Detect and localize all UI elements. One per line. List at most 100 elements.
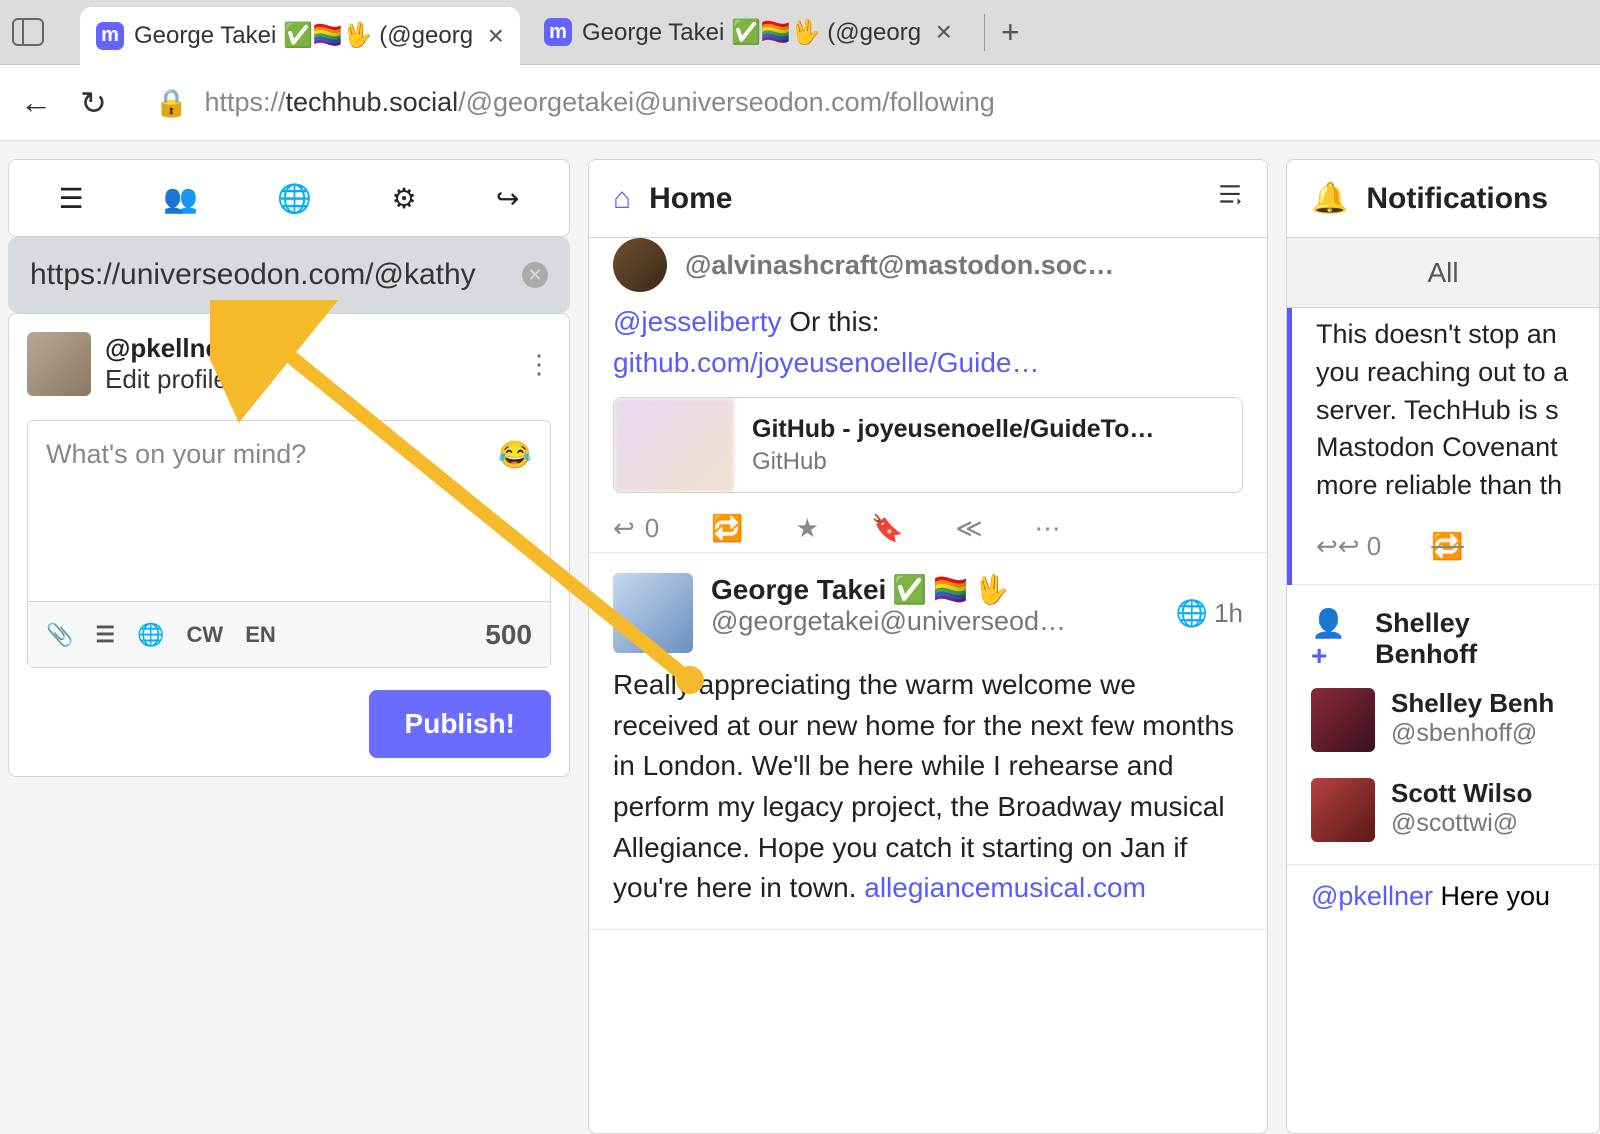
tab-all[interactable]: All <box>1427 257 1458 289</box>
profile-handle[interactable]: @pkellner <box>105 333 230 364</box>
boost-disabled-icon: 🔁 <box>1431 531 1463 562</box>
post-actions: ↩ 0 🔁 ★ 🔖 ≪ ⋯ <box>613 513 1243 544</box>
notification-actions: ↩↩ 0 🔁 <box>1292 513 1599 585</box>
compose-box: What's on your mind? 😂 📎 ☰ 🌐 CW EN 500 <box>27 420 551 668</box>
url-path: /@georgetakei@universeodon.com/following <box>458 87 995 117</box>
logout-icon[interactable]: ↪ <box>496 182 519 215</box>
notifications-header: 🔔 Notifications <box>1287 160 1599 238</box>
post-link[interactable]: github.com/joyeusenoelle/Guide… <box>613 347 1039 378</box>
url-scheme: https:// <box>204 87 285 117</box>
boost-button[interactable]: 🔁 <box>711 513 743 544</box>
user-handle: @scottwi@ <box>1391 809 1532 838</box>
column-settings-icon[interactable] <box>1217 182 1243 215</box>
more-icon[interactable]: ⋮ <box>526 349 551 380</box>
poll-icon[interactable]: ☰ <box>95 622 115 648</box>
char-counter: 500 <box>485 619 532 651</box>
post-handle: @alvinashcraft@mastodon.soc… <box>685 250 1114 281</box>
notifications-tabs: All <box>1287 238 1599 308</box>
vulcan-icon: 🖖 <box>974 573 1009 606</box>
avatar[interactable] <box>613 573 693 653</box>
more-button[interactable]: ⋯ <box>1035 513 1061 544</box>
browser-address-bar: ← ↻ 🔒 https://techhub.social/@georgetake… <box>0 65 1600 141</box>
user-handle: @sbenhoff@ <box>1391 719 1554 748</box>
home-icon: ⌂ <box>613 182 631 216</box>
compose-placeholder: What's on your mind? <box>46 439 306 583</box>
url-host: techhub.social <box>285 87 458 117</box>
back-button[interactable]: ← <box>20 84 52 121</box>
gear-icon[interactable]: ⚙ <box>391 182 416 215</box>
avatar <box>1311 688 1375 752</box>
home-title: Home <box>649 182 732 216</box>
language-toggle[interactable]: EN <box>245 622 276 648</box>
search-input[interactable]: https://universeodon.com/@kathy ✕ <box>8 237 570 313</box>
mention-link[interactable]: @jesseliberty <box>613 306 781 337</box>
tab-title: George Takei ✅🏳️‍🌈🖖 (@georg <box>582 18 921 47</box>
browser-tab-bar: m George Takei ✅🏳️‍🌈🖖 (@georg × m George… <box>0 0 1600 65</box>
notifications-column: 🔔 Notifications All This doesn't stop an… <box>1286 159 1600 1134</box>
home-feed: @alvinashcraft@mastodon.soc… @jesseliber… <box>589 238 1267 1133</box>
share-button[interactable]: ≪ <box>955 513 982 544</box>
mention-link[interactable]: @pkellner <box>1311 881 1433 911</box>
link-title: GitHub - joyeusenoelle/GuideTo… <box>752 415 1154 444</box>
avatar[interactable] <box>27 332 91 396</box>
menu-icon[interactable]: ☰ <box>59 182 84 215</box>
search-value: https://universeodon.com/@kathy <box>30 258 522 292</box>
follower-name: Shelley Benhoff <box>1375 608 1575 670</box>
bookmark-button[interactable]: 🔖 <box>871 513 903 544</box>
attach-icon[interactable]: 📎 <box>46 622 73 648</box>
compose-textarea[interactable]: What's on your mind? 😂 <box>28 421 550 601</box>
bell-icon: 🔔 <box>1311 181 1348 216</box>
follower-card[interactable]: Shelley Benh @sbenhoff@ <box>1311 688 1575 752</box>
follow-icon: 👤+ <box>1311 607 1361 672</box>
notifications-title: Notifications <box>1366 182 1548 216</box>
browser-tab-inactive[interactable]: m George Takei ✅🏳️‍🌈🖖 (@georg × <box>528 10 968 54</box>
reload-button[interactable]: ↻ <box>80 84 107 122</box>
lock-icon: 🔒 <box>155 87 189 119</box>
home-column: ⌂ Home @alvinashcraft@mastodon.soc… @jes… <box>588 159 1268 1134</box>
app-columns: ☰ 👥 🌐 ⚙ ↪ https://universeodon.com/@kath… <box>0 141 1600 1134</box>
verified-icon: ✅ <box>892 573 927 606</box>
home-header: ⌂ Home <box>589 160 1267 238</box>
globe-icon[interactable]: 🌐 <box>277 182 312 215</box>
left-column: ☰ 👥 🌐 ⚙ ↪ https://universeodon.com/@kath… <box>8 159 570 1134</box>
post-author-name[interactable]: George Takei ✅🏳️‍🌈🖖 <box>711 573 1158 606</box>
community-icon[interactable]: 👥 <box>163 182 198 215</box>
post-timestamp[interactable]: 🌐 1h <box>1176 573 1243 653</box>
post-content: Really appreciating the warm welcome we … <box>613 665 1243 909</box>
user-name: Scott Wilso <box>1391 778 1532 809</box>
pride-icon: 🏳️‍🌈 <box>933 573 968 606</box>
avatar <box>1311 778 1375 842</box>
notification-text: This doesn't stop an you reaching out to… <box>1292 308 1599 513</box>
cw-toggle[interactable]: CW <box>187 622 224 648</box>
close-icon[interactable]: × <box>936 16 952 48</box>
link-site: GitHub <box>752 448 1154 476</box>
reply-button[interactable]: ↩↩ 0 <box>1316 531 1381 562</box>
post-text: Or this: <box>781 306 879 337</box>
post-partial: @alvinashcraft@mastodon.soc… @jesseliber… <box>589 238 1267 552</box>
reply-button[interactable]: ↩ 0 <box>613 513 659 544</box>
mention-notification: @pkellner Here you <box>1287 865 1599 928</box>
compose-panel: @pkellner Edit profile ⋮ What's on your … <box>8 313 570 777</box>
mastodon-icon: m <box>96 22 124 50</box>
close-icon[interactable]: × <box>488 20 504 52</box>
compose-options: 📎 ☰ 🌐 CW EN 500 <box>28 601 550 667</box>
follower-card[interactable]: Scott Wilso @scottwi@ <box>1311 778 1575 842</box>
url-field[interactable]: 🔒 https://techhub.social/@georgetakei@un… <box>155 87 995 119</box>
post-author-handle: @georgetakei@universeod… <box>711 606 1158 637</box>
post-link[interactable]: allegiancemusical.com <box>864 872 1146 903</box>
nav-toolbar: ☰ 👥 🌐 ⚙ ↪ <box>8 159 570 237</box>
clear-icon[interactable]: ✕ <box>522 262 548 288</box>
new-tab-button[interactable]: + <box>984 14 1036 51</box>
edit-profile-link[interactable]: Edit profile <box>105 364 230 395</box>
browser-sidebar-toggle[interactable] <box>12 18 44 46</box>
visibility-icon[interactable]: 🌐 <box>137 622 164 648</box>
publish-button[interactable]: Publish! <box>369 690 551 758</box>
link-preview-card[interactable]: GitHub - joyeusenoelle/GuideTo… GitHub <box>613 397 1243 493</box>
follow-notification: 👤+ Shelley Benhoff Shelley Benh @sbenhof… <box>1287 585 1599 865</box>
mastodon-icon: m <box>544 18 572 46</box>
emoji-picker-icon[interactable]: 😂 <box>498 439 532 583</box>
browser-tab-active[interactable]: m George Takei ✅🏳️‍🌈🖖 (@georg × <box>80 7 520 65</box>
favorite-button[interactable]: ★ <box>796 513 819 544</box>
avatar[interactable] <box>613 238 667 292</box>
tab-title: George Takei ✅🏳️‍🌈🖖 (@georg <box>134 21 473 50</box>
